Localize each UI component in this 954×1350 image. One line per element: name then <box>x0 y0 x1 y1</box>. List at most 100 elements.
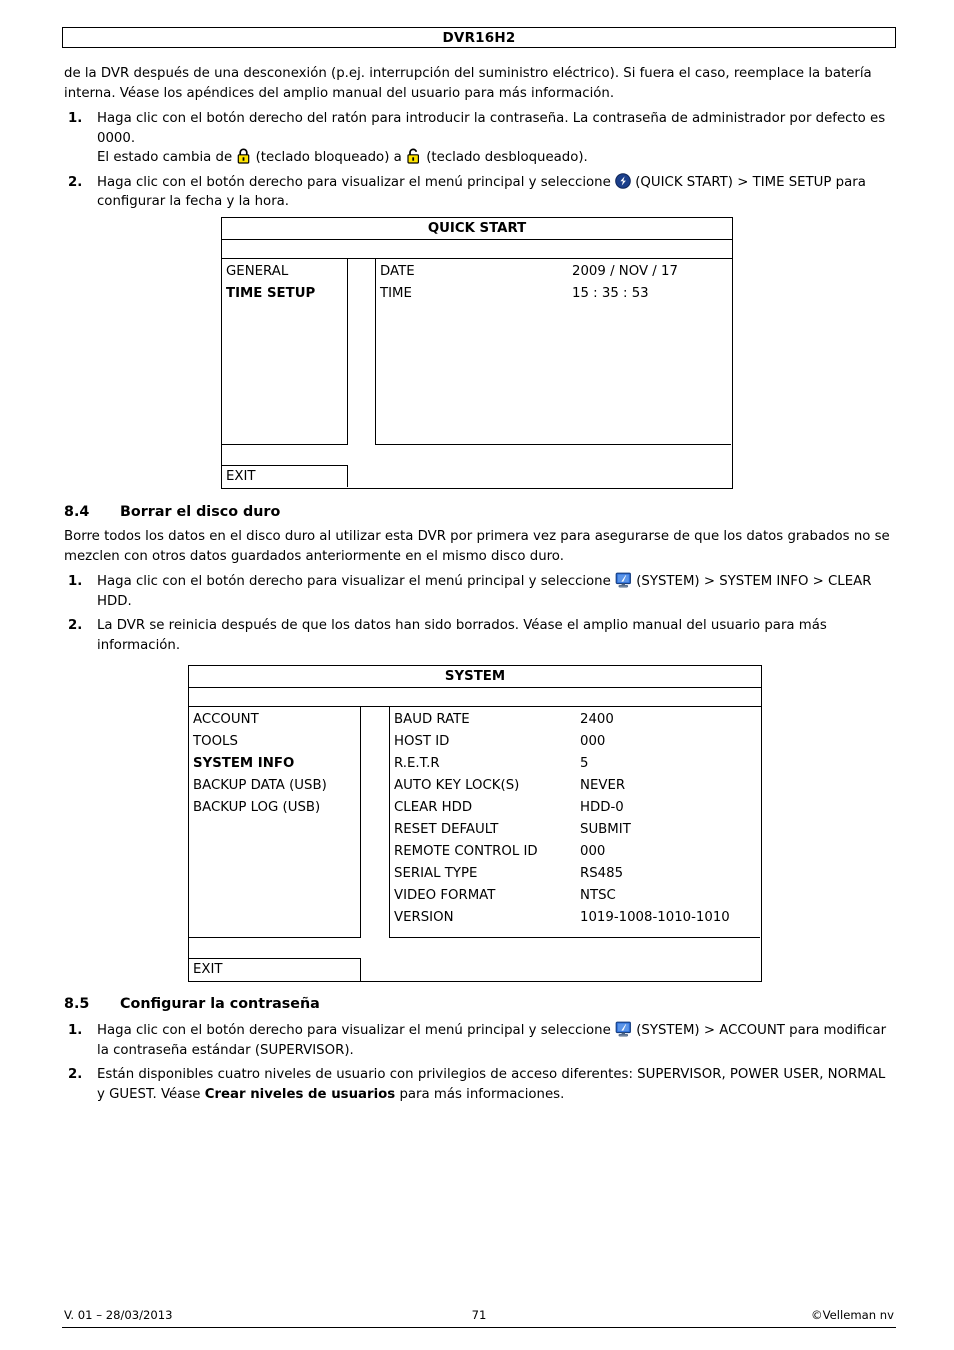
section-8-4-heading: 8.4 Borrar el disco duro <box>64 504 896 520</box>
quick-start-menu-table: QUICK START GENERAL TIME SETUP DATE 2009… <box>221 217 733 489</box>
exit-label: EXIT <box>226 469 256 484</box>
setting-row-time[interactable]: TIME 15 : 35 : 53 <box>380 283 731 305</box>
setting-key: SERIAL TYPE <box>394 866 478 881</box>
setting-row-retr[interactable]: R.E.T.R 5 <box>394 753 760 775</box>
section-8-4: 8.4 Borrar el disco duro Borre todos los … <box>64 504 896 660</box>
keyboard-state-text-b: (teclado bloqueado) a <box>255 150 402 165</box>
exit-label: EXIT <box>193 962 223 977</box>
list-item: 1. Haga clic con el botón derecho para v… <box>64 1021 896 1060</box>
section-8-5: 8.5 Configurar la contraseña 1. Haga clic… <box>64 996 896 1109</box>
section-8-5-number: 8.5 <box>64 996 90 1012</box>
quick-start-right-panel: DATE 2009 / NOV / 17 TIME 15 : 35 : 53 <box>375 259 731 445</box>
quick-start-icon <box>615 172 631 189</box>
quick-start-menu-strip <box>222 240 732 259</box>
setting-key: TIME <box>380 286 412 301</box>
setting-key: REMOTE CONTROL ID <box>394 844 538 859</box>
quick-start-left-panel: GENERAL TIME SETUP <box>222 259 348 445</box>
setting-value[interactable]: RS485 <box>580 863 623 885</box>
setting-row-baud-rate[interactable]: BAUD RATE 2400 <box>394 709 760 731</box>
setting-key: RESET DEFAULT <box>394 822 499 837</box>
list-item-number: 2. <box>68 618 83 633</box>
setting-key: AUTO KEY LOCK(S) <box>394 778 520 793</box>
menu-item-account[interactable]: ACCOUNT <box>193 709 360 731</box>
list-item-number: 1. <box>68 111 83 126</box>
setting-value[interactable]: SUBMIT <box>580 819 631 841</box>
setting-value: 1019-1008-1010-1010 <box>580 910 730 925</box>
list-item-text-c: para más informaciones. <box>399 1086 565 1102</box>
page-footer: V. 01 – 28/03/2013 71 ©Velleman nv <box>62 1308 896 1327</box>
page-header-box: DVR16H2 <box>62 27 896 48</box>
lock-closed-icon <box>236 148 251 164</box>
section-8-5-list: 1. Haga clic con el botón derecho para v… <box>64 1021 896 1104</box>
setting-value[interactable]: 2400 <box>580 709 614 731</box>
setting-row-host-id[interactable]: HOST ID 000 <box>394 731 760 753</box>
keyboard-state-text-a: El estado cambia de <box>97 150 233 165</box>
menu-item-time-setup[interactable]: TIME SETUP <box>226 283 347 305</box>
list-item-text-a: Haga clic con el botón derecho para visu… <box>97 1023 611 1038</box>
setting-row-date[interactable]: DATE 2009 / NOV / 17 <box>380 261 731 283</box>
setting-key: CLEAR HDD <box>394 800 473 815</box>
keyboard-state-text-c: (teclado desbloqueado). <box>426 150 588 165</box>
setting-value[interactable]: 2009 / NOV / 17 <box>572 261 678 283</box>
setting-row-reset-default[interactable]: RESET DEFAULT SUBMIT <box>394 819 760 841</box>
setting-row-version: VERSION 1019-1008-1010-1010 <box>394 907 760 929</box>
system-monitor-icon <box>615 572 632 588</box>
section-8-4-list: 1. Haga clic con el botón derecho para v… <box>64 572 896 655</box>
list-item: 2. Están disponibles cuatro niveles de u… <box>64 1065 896 1104</box>
list-item-number: 2. <box>68 1067 83 1082</box>
menu-item-tools[interactable]: TOOLS <box>193 731 360 753</box>
list-item-number: 1. <box>68 574 83 589</box>
intro-paragraph: de la DVR después de una desconexión (p.… <box>64 66 872 101</box>
setting-key: VERSION <box>394 910 454 925</box>
footer-copyright: ©Velleman nv <box>811 1308 894 1322</box>
menu-item-backup-data[interactable]: BACKUP DATA (USB) <box>193 775 360 797</box>
setting-row-video-format[interactable]: VIDEO FORMAT NTSC <box>394 885 760 907</box>
setting-value[interactable]: 15 : 35 : 53 <box>572 283 649 305</box>
setting-key: DATE <box>380 264 415 279</box>
menu-item-system-info[interactable]: SYSTEM INFO <box>193 753 360 775</box>
setting-row-remote-control-id[interactable]: REMOTE CONTROL ID 000 <box>394 841 760 863</box>
section-8-4-number: 8.4 <box>64 504 90 520</box>
setting-key: HOST ID <box>394 734 450 749</box>
footer-page-number: 71 <box>471 1308 487 1322</box>
list-item-text-a: Haga clic con el botón derecho para visu… <box>97 174 611 190</box>
setting-row-auto-key-lock[interactable]: AUTO KEY LOCK(S) NEVER <box>394 775 760 797</box>
section-8-5-heading: 8.5 Configurar la contraseña <box>64 996 896 1012</box>
list-item-number: 2. <box>68 174 83 190</box>
section-8-5-title: Configurar la contraseña <box>120 996 320 1012</box>
setting-value[interactable]: 000 <box>580 841 605 863</box>
setting-row-serial-type[interactable]: SERIAL TYPE RS485 <box>394 863 760 885</box>
system-left-panel: ACCOUNT TOOLS SYSTEM INFO BACKUP DATA (U… <box>189 707 361 938</box>
menu-item-general[interactable]: GENERAL <box>226 261 347 283</box>
quick-start-menu-body: GENERAL TIME SETUP DATE 2009 / NOV / 17 … <box>222 259 732 445</box>
setting-value[interactable]: 5 <box>580 753 588 775</box>
section-8-4-title: Borrar el disco duro <box>120 504 281 520</box>
quick-start-exit-button[interactable]: EXIT <box>222 465 348 487</box>
setting-value[interactable]: NTSC <box>580 885 616 907</box>
section-8-4-paragraph: Borre todos los datos en el disco duro a… <box>64 529 890 564</box>
list-item-emphasis: Crear niveles de usuarios <box>204 1086 396 1102</box>
system-menu-title: SYSTEM <box>189 666 761 688</box>
quick-start-menu-title: QUICK START <box>222 218 732 240</box>
page-header-title: DVR16H2 <box>442 30 516 46</box>
system-menu-body: ACCOUNT TOOLS SYSTEM INFO BACKUP DATA (U… <box>189 707 761 938</box>
setting-value[interactable]: HDD-0 <box>580 797 624 819</box>
list-item-text: La DVR se reinicia después de que los da… <box>97 618 827 653</box>
intro-list: 1. Haga clic con el botón derecho del ra… <box>64 109 896 212</box>
system-menu-strip <box>189 688 761 707</box>
setting-row-clear-hdd[interactable]: CLEAR HDD HDD-0 <box>394 797 760 819</box>
setting-value[interactable]: NEVER <box>580 775 625 797</box>
list-item-number: 1. <box>68 1023 83 1038</box>
system-exit-button[interactable]: EXIT <box>189 958 361 981</box>
menu-item-backup-log[interactable]: BACKUP LOG (USB) <box>193 797 360 819</box>
setting-key: R.E.T.R <box>394 756 440 771</box>
quick-start-bottom-strip <box>222 445 731 465</box>
document-content: de la DVR después de una desconexión (p.… <box>64 64 896 217</box>
system-monitor-icon <box>615 1021 632 1037</box>
list-item-text-a: Haga clic con el botón derecho para visu… <box>97 574 611 589</box>
list-item-text: Haga clic con el botón derecho del ratón… <box>97 111 886 146</box>
setting-value[interactable]: 000 <box>580 731 605 753</box>
lock-open-icon <box>406 148 422 164</box>
setting-key: VIDEO FORMAT <box>394 888 496 903</box>
list-item-subline: El estado cambia de (teclado bloqueado) … <box>97 148 896 168</box>
